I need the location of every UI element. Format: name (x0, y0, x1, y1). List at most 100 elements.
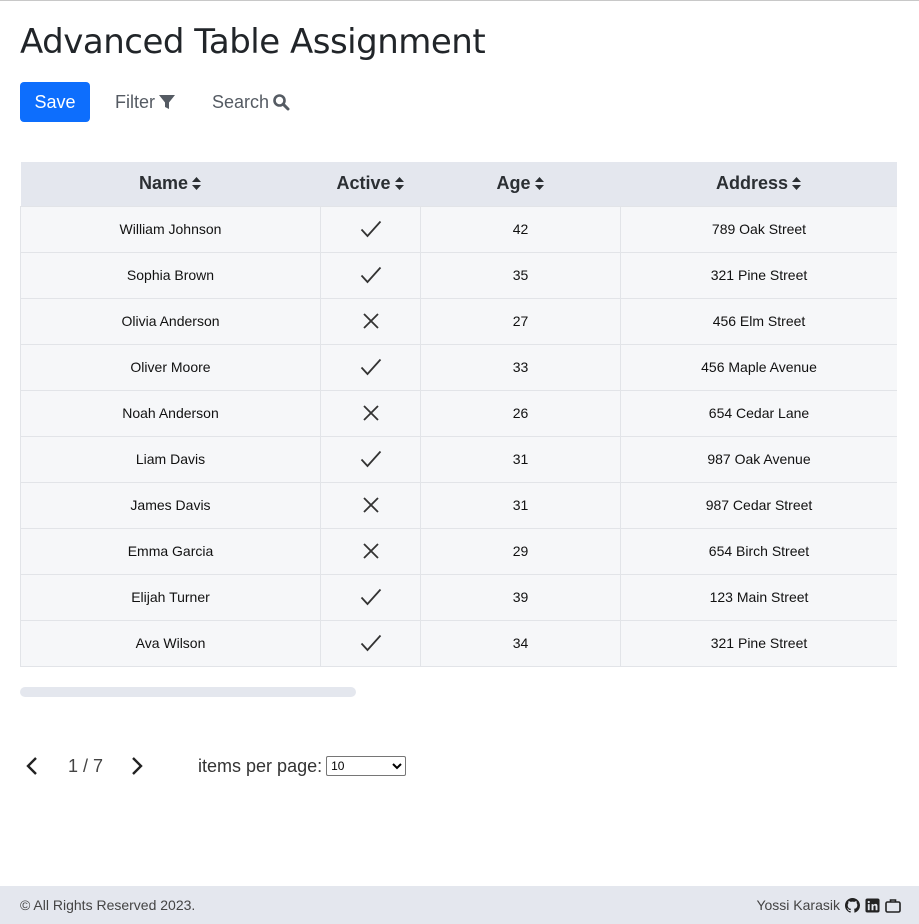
cell-active (320, 573, 421, 621)
search-button[interactable]: Search (212, 92, 290, 113)
cross-icon (362, 405, 379, 421)
cell-age: 26 (420, 389, 621, 437)
chevron-left-icon (26, 757, 37, 775)
save-button[interactable]: Save (20, 82, 90, 122)
next-page-button[interactable] (125, 752, 149, 780)
data-table: Name Active Age Address William Johnson 4… (20, 162, 897, 667)
pagination: 1 / 7 items per page: 10 (20, 752, 407, 780)
sort-icon (192, 177, 202, 191)
table-row: James Davis 31 987 Cedar Street (20, 481, 897, 529)
copyright-text: © All Rights Reserved 2023. (20, 897, 196, 913)
cell-address: 987 Cedar Street (620, 481, 897, 529)
check-icon (360, 220, 381, 238)
cell-name: William Johnson (20, 205, 321, 253)
column-header-name[interactable]: Name (21, 162, 321, 206)
cross-icon (362, 313, 379, 329)
cell-age: 35 (420, 251, 621, 299)
column-header-label: Age (496, 173, 531, 194)
table-row: Noah Anderson 26 654 Cedar Lane (20, 389, 897, 437)
cell-name: Oliver Moore (20, 343, 321, 391)
cell-age: 39 (420, 573, 621, 621)
check-icon (360, 588, 381, 606)
table-row: William Johnson 42 789 Oak Street (20, 205, 897, 253)
items-per-page-label: items per page: (198, 755, 323, 776)
cell-age: 42 (420, 205, 621, 253)
table-body: William Johnson 42 789 Oak Street Sophia Br… (20, 205, 897, 667)
cell-name: Ava Wilson (20, 619, 321, 667)
cell-active (320, 343, 421, 391)
cell-active (320, 205, 421, 253)
author-name: Yossi Karasik (756, 897, 840, 913)
filter-label: Filter (115, 91, 155, 112)
filter-button[interactable]: Filter (115, 92, 176, 113)
cell-address: 456 Elm Street (620, 297, 897, 345)
sort-icon (792, 177, 802, 191)
table-row: Oliver Moore 33 456 Maple Avenue (20, 343, 897, 391)
cell-address: 654 Cedar Lane (620, 389, 897, 437)
cell-name: Sophia Brown (20, 251, 321, 299)
cell-name: Liam Davis (20, 435, 321, 483)
cell-active (320, 481, 421, 529)
cell-name: Emma Garcia (20, 527, 321, 575)
toolbar: Save Filter Search (20, 82, 290, 122)
top-border (0, 0, 919, 1)
table-row: Olivia Anderson 27 456 Elm Street (20, 297, 897, 345)
cell-age: 34 (420, 619, 621, 667)
column-header-active[interactable]: Active (321, 162, 421, 206)
cell-name: Olivia Anderson (20, 297, 321, 345)
github-icon[interactable] (845, 897, 860, 913)
cell-active (320, 389, 421, 437)
check-icon (360, 634, 381, 652)
table-row: Ava Wilson 34 321 Pine Street (20, 619, 897, 667)
cell-address: 987 Oak Avenue (620, 435, 897, 483)
cell-name: Noah Anderson (20, 389, 321, 437)
column-header-label: Active (336, 173, 391, 194)
footer-links: Yossi Karasik (756, 897, 901, 913)
cell-address: 456 Maple Avenue (620, 343, 897, 391)
sort-icon (534, 177, 544, 191)
filter-icon (159, 95, 175, 109)
cell-address: 789 Oak Street (620, 205, 897, 253)
footer: © All Rights Reserved 2023. Yossi Karasi… (0, 886, 919, 924)
column-header-label: Address (715, 173, 789, 194)
cell-address: 321 Pine Street (620, 251, 897, 299)
table-row: Liam Davis 31 987 Oak Avenue (20, 435, 897, 483)
cell-active (320, 619, 421, 667)
cross-icon (362, 543, 379, 559)
search-icon (273, 94, 290, 111)
table-row: Elijah Turner 39 123 Main Street (20, 573, 897, 621)
cell-age: 33 (420, 343, 621, 391)
page-title: Advanced Table Assignment (20, 22, 486, 62)
items-per-page-select[interactable]: 10 (326, 756, 407, 776)
search-label: Search (212, 91, 270, 112)
chevron-right-icon (132, 757, 143, 775)
page-indicator: 1 / 7 (68, 755, 104, 776)
table-row: Sophia Brown 35 321 Pine Street (20, 251, 897, 299)
cell-active (320, 527, 421, 575)
cell-address: 654 Birch Street (620, 527, 897, 575)
table-row: Emma Garcia 29 654 Birch Street (20, 527, 897, 575)
cell-age: 29 (420, 527, 621, 575)
linkedin-icon[interactable] (865, 897, 880, 913)
column-header-label: Name (138, 173, 189, 194)
cell-age: 27 (420, 297, 621, 345)
check-icon (360, 450, 381, 468)
cell-address: 123 Main Street (620, 573, 897, 621)
horizontal-scrollbar[interactable] (20, 687, 356, 697)
check-icon (360, 266, 381, 284)
column-header-age[interactable]: Age (421, 162, 621, 206)
briefcase-icon[interactable] (885, 898, 901, 913)
cell-active (320, 435, 421, 483)
cell-name: Elijah Turner (20, 573, 321, 621)
cell-age: 31 (420, 481, 621, 529)
cell-address: 321 Pine Street (620, 619, 897, 667)
column-header-address[interactable]: Address (621, 162, 898, 206)
cell-age: 31 (420, 435, 621, 483)
table-header-row: Name Active Age Address (20, 162, 898, 206)
check-icon (360, 358, 381, 376)
cross-icon (362, 497, 379, 513)
sort-icon (394, 177, 404, 191)
prev-page-button[interactable] (20, 752, 44, 780)
cell-active (320, 251, 421, 299)
cell-name: James Davis (20, 481, 321, 529)
